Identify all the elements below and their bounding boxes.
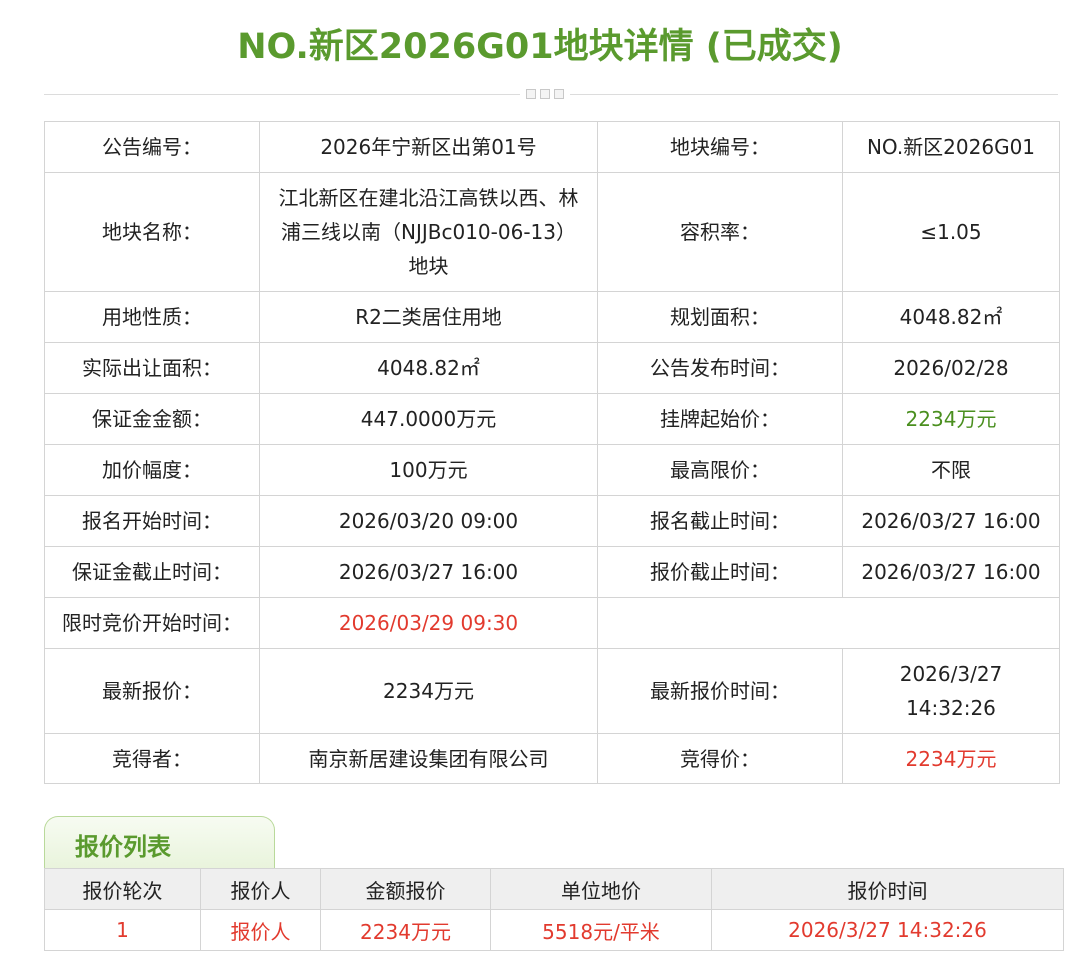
deposit-label: 保证金金额： — [44, 393, 260, 445]
increment-label: 加价幅度： — [44, 444, 260, 496]
table-row: 实际出让面积： 4048.82㎡ 公告发布时间： 2026/02/28 — [44, 342, 1060, 394]
page-title: NO.新区2026G01地块详情 (已成交) — [237, 27, 843, 67]
column-header: 报价轮次 — [44, 868, 201, 910]
actual-area-label: 实际出让面积： — [44, 342, 260, 394]
latest-bid-time-value: 2026/3/27 14:32:26 — [842, 648, 1060, 734]
registration-end-value: 2026/03/27 16:00 — [842, 495, 1060, 547]
bid-list-table: 报价轮次 报价人 金额报价 单位地价 报价时间 1 报价人 2234万元 551… — [44, 868, 1064, 951]
auction-start-label: 限时竞价开始时间： — [44, 597, 260, 649]
bid-deadline-value: 2026/03/27 16:00 — [842, 546, 1060, 598]
winning-price-label: 竞得价： — [597, 733, 843, 784]
winner-label: 竞得者： — [44, 733, 260, 784]
latest-bid-value: 2234万元 — [259, 648, 598, 734]
planned-area-label: 规划面积： — [597, 291, 843, 343]
table-row: 保证金金额： 447.0000万元 挂牌起始价： 2234万元 — [44, 393, 1060, 445]
empty-cell — [597, 597, 1060, 649]
deposit-deadline-value: 2026/03/27 16:00 — [259, 546, 598, 598]
column-header: 金额报价 — [320, 868, 491, 910]
latest-bid-label: 最新报价： — [44, 648, 260, 734]
latest-bid-time-label: 最新报价时间： — [597, 648, 843, 734]
table-row: 地块名称： 江北新区在建北沿江高铁以西、林浦三线以南（NJJBc010-06-1… — [44, 172, 1060, 292]
winning-price-value: 2234万元 — [842, 733, 1060, 784]
table-row: 加价幅度： 100万元 最高限价： 不限 — [44, 444, 1060, 496]
land-use-value: R2二类居住用地 — [259, 291, 598, 343]
plot-ratio-value: ≤1.05 — [842, 172, 1060, 292]
planned-area-value: 4048.82㎡ — [842, 291, 1060, 343]
column-header: 单位地价 — [490, 868, 712, 910]
deposit-value: 447.0000万元 — [259, 393, 598, 445]
table-row: 限时竞价开始时间： 2026/03/29 09:30 — [44, 597, 1060, 649]
bid-time-cell: 2026/3/27 14:32:26 — [711, 909, 1064, 951]
table-row: 保证金截止时间： 2026/03/27 16:00 报价截止时间： 2026/0… — [44, 546, 1060, 598]
ornament-square-icon — [554, 89, 564, 99]
parcel-detail-table: 公告编号： 2026年宁新区出第01号 地块编号： NO.新区2026G01 地… — [44, 121, 1060, 784]
bidder-cell: 报价人 — [200, 909, 321, 951]
max-price-value: 不限 — [842, 444, 1060, 496]
table-row: 公告编号： 2026年宁新区出第01号 地块编号： NO.新区2026G01 — [44, 121, 1060, 173]
registration-start-label: 报名开始时间： — [44, 495, 260, 547]
increment-value: 100万元 — [259, 444, 598, 496]
table-row: 1 报价人 2234万元 5518元/平米 2026/3/27 14:32:26 — [44, 909, 1064, 951]
max-price-label: 最高限价： — [597, 444, 843, 496]
land-use-label: 用地性质： — [44, 291, 260, 343]
parcel-no-label: 地块编号： — [597, 121, 843, 173]
plot-ratio-label: 容积率： — [597, 172, 843, 292]
parcel-name-label: 地块名称： — [44, 172, 260, 292]
table-row: 用地性质： R2二类居住用地 规划面积： 4048.82㎡ — [44, 291, 1060, 343]
registration-start-value: 2026/03/20 09:00 — [259, 495, 598, 547]
ornament-square-icon — [526, 89, 536, 99]
announcement-no-value: 2026年宁新区出第01号 — [259, 121, 598, 173]
unit-price-cell: 5518元/平米 — [490, 909, 712, 951]
column-header: 报价人 — [200, 868, 321, 910]
parcel-no-value: NO.新区2026G01 — [842, 121, 1060, 173]
bid-round-cell: 1 — [44, 909, 201, 951]
table-header-row: 报价轮次 报价人 金额报价 单位地价 报价时间 — [44, 868, 1064, 910]
column-header: 报价时间 — [711, 868, 1064, 910]
ornament-square-icon — [540, 89, 550, 99]
bid-deadline-label: 报价截止时间： — [597, 546, 843, 598]
winner-value: 南京新居建设集团有限公司 — [259, 733, 598, 784]
table-row: 竞得者： 南京新居建设集团有限公司 竞得价： 2234万元 — [44, 733, 1060, 784]
deposit-deadline-label: 保证金截止时间： — [44, 546, 260, 598]
starting-price-label: 挂牌起始价： — [597, 393, 843, 445]
starting-price-value: 2234万元 — [842, 393, 1060, 445]
actual-area-value: 4048.82㎡ — [259, 342, 598, 394]
table-row: 最新报价： 2234万元 最新报价时间： 2026/3/27 14:32:26 — [44, 648, 1060, 734]
tab-bid-list-label: 报价列表 — [75, 833, 171, 861]
publish-date-label: 公告发布时间： — [597, 342, 843, 394]
announcement-no-label: 公告编号： — [44, 121, 260, 173]
tab-bid-list[interactable]: 报价列表 — [44, 816, 275, 868]
bid-amount-cell: 2234万元 — [320, 909, 491, 951]
table-row: 报名开始时间： 2026/03/20 09:00 报名截止时间： 2026/03… — [44, 495, 1060, 547]
parcel-name-value: 江北新区在建北沿江高铁以西、林浦三线以南（NJJBc010-06-13）地块 — [259, 172, 598, 292]
auction-start-value: 2026/03/29 09:30 — [259, 597, 598, 649]
divider-ornament — [520, 88, 570, 100]
registration-end-label: 报名截止时间： — [597, 495, 843, 547]
publish-date-value: 2026/02/28 — [842, 342, 1060, 394]
